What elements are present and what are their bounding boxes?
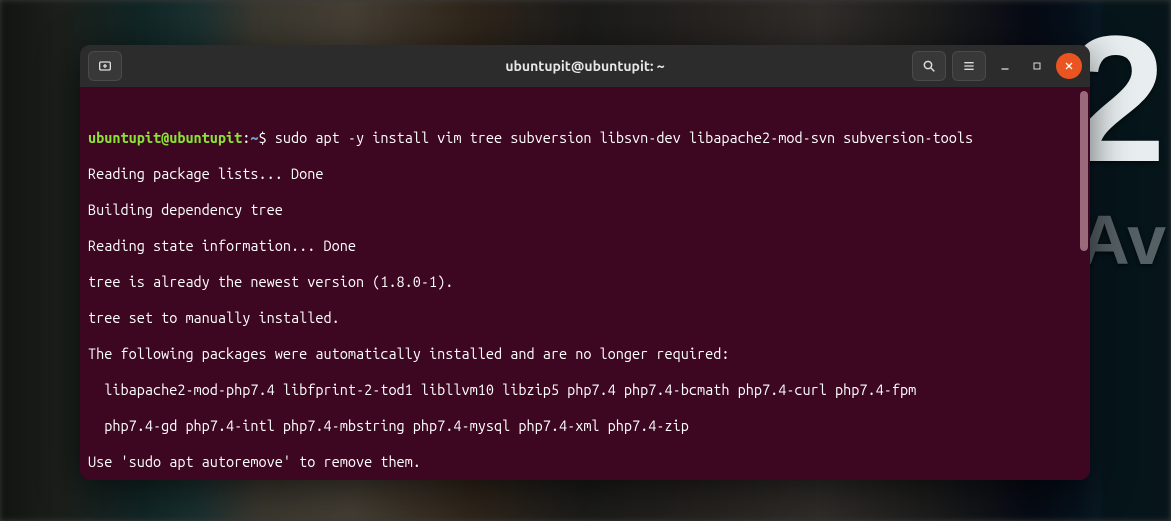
terminal-window: ubuntupit@ubuntupit: ~: [80, 45, 1090, 480]
menu-button[interactable]: [952, 51, 986, 81]
output-line: tree is already the newest version (1.8.…: [88, 273, 1082, 291]
terminal-body[interactable]: ubuntupit@ubuntupit:~$ sudo apt -y insta…: [80, 87, 1090, 480]
prompt-path: ~: [250, 129, 258, 146]
output-line: Building dependency tree: [88, 201, 1082, 219]
output-line: Reading state information... Done: [88, 237, 1082, 255]
close-button[interactable]: [1056, 53, 1082, 79]
minimize-button[interactable]: [992, 53, 1018, 79]
maximize-button[interactable]: [1024, 53, 1050, 79]
search-button[interactable]: [912, 51, 946, 81]
command-text: sudo apt -y install vim tree subversion …: [275, 129, 973, 146]
output-line: php7.4-gd php7.4-intl php7.4-mbstring ph…: [88, 417, 1082, 435]
output-line: tree set to manually installed.: [88, 309, 1082, 327]
prompt-user-host: ubuntupit@ubuntupit: [88, 129, 242, 146]
output-line: Use 'sudo apt autoremove' to remove them…: [88, 453, 1082, 471]
scrollbar[interactable]: [1080, 91, 1088, 251]
titlebar-left-controls: [88, 51, 122, 81]
output-line: Reading package lists... Done: [88, 165, 1082, 183]
titlebar[interactable]: ubuntupit@ubuntupit: ~: [80, 45, 1090, 87]
prompt-dollar: $: [259, 129, 267, 146]
titlebar-right-controls: [912, 51, 1082, 81]
output-line: The following packages were automaticall…: [88, 345, 1082, 363]
new-tab-button[interactable]: [88, 51, 122, 81]
background-sign-av: Av: [1079, 200, 1166, 280]
output-line: libapache2-mod-php7.4 libfprint-2-tod1 l…: [88, 381, 1082, 399]
